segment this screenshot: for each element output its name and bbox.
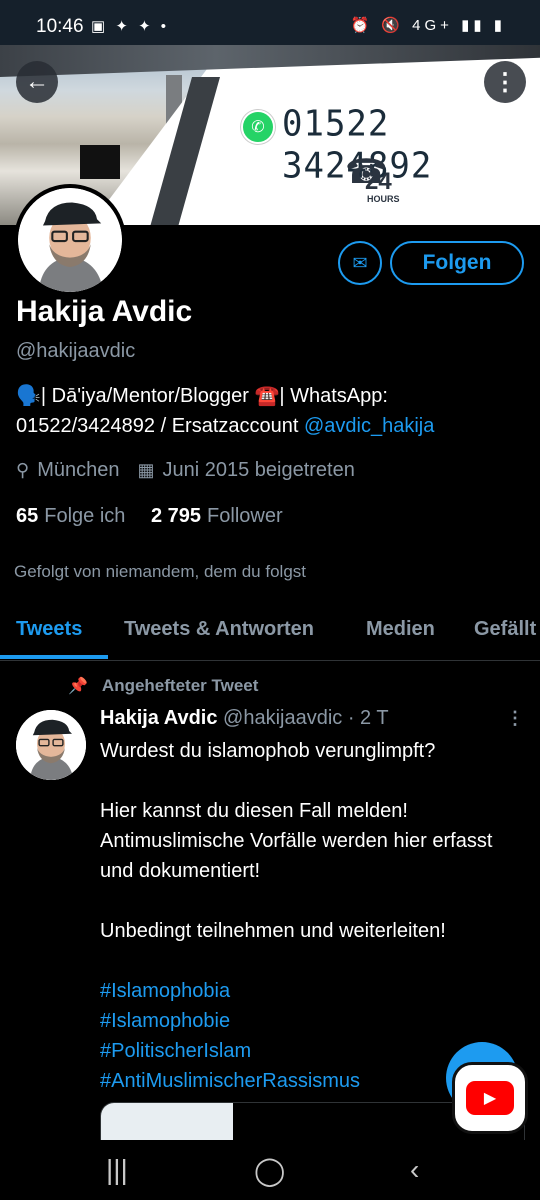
youtube-overlay-button[interactable]: ▶ [452,1062,528,1134]
following-label: Folge ich [44,505,126,527]
back-nav-icon[interactable]: ‹ [410,1154,419,1186]
following-link[interactable]: 65 Folge ich [16,505,125,527]
profile-stats: 65 Folge ich 2 795 Follower [16,505,283,528]
profile-joined: Juni 2015 beigetreten [162,459,355,481]
hours-number: 24 [365,168,392,195]
location-pin-icon: ⚲ [16,460,30,480]
kaaba-shape [80,145,120,179]
message-button[interactable]: ✉ [338,241,382,285]
followers-label: Follower [207,505,283,527]
banner-phone-number: 01522 3424892 [282,103,433,187]
pinned-tweet-label: 📌 Angehefteter Tweet [68,676,258,696]
system-icons: ⏰ 🔇 4G+ ▮▮ ▮ [350,17,506,34]
pin-icon: 📌 [68,678,88,695]
profile-tabs: Tweets Tweets & Antworten Medien Gefällt [0,600,540,661]
profile-bio: 🗣️| Dā'iya/Mentor/Blogger ☎️| WhatsApp: … [16,381,526,441]
profile-name: Hakija Avdic [16,295,193,328]
tweet-body[interactable]: Wurdest du islamophob verunglimpft? Hier… [100,736,520,1096]
hashtag-link[interactable]: #Islamophobie [100,1006,520,1036]
profile-avatar[interactable] [14,184,126,296]
hashtag-link[interactable]: #Islamophobia [100,976,520,1006]
more-options-button[interactable]: ⋮ [484,61,526,103]
tweet-line-3: Unbedingt teilnehmen und weiterleiten! [100,920,446,942]
tab-likes[interactable]: Gefällt [474,618,536,641]
profile-handle: @hakijaavdic [16,340,136,362]
profile-meta: ⚲ München ▦ Juni 2015 beigetreten [16,459,355,482]
followed-by-text: Gefolgt von niemandem, dem du folgst [14,562,306,581]
tweet-line-1: Wurdest du islamophob verunglimpft? [100,740,436,762]
active-tab-indicator [0,655,108,659]
followers-count: 2 795 [150,505,202,527]
followers-link[interactable]: 2 795 Follower [151,505,283,527]
back-arrow-icon: ← [25,68,49,95]
tweet-header: Hakija Avdic @hakijaavdic · 2 T [100,707,389,730]
banner-top-stripe [0,45,540,77]
tab-media[interactable]: Medien [366,618,435,641]
hours-label: HOURS [367,194,400,204]
tab-tweets[interactable]: Tweets [16,618,82,641]
calendar-icon: ▦ [137,460,155,480]
avatar-illustration-small [16,710,86,780]
media-thumbnail [101,1103,233,1143]
envelope-icon: ✉ [352,252,368,273]
notification-icons: ▣ ✦ ✦ • [91,18,170,35]
system-nav-bar: ||| ◯ ‹ [0,1140,540,1200]
youtube-icon: ▶ [466,1081,514,1115]
bio-mention-link[interactable]: @avdic_hakija [304,415,434,437]
tweet-author-avatar[interactable] [16,710,86,780]
avatar-illustration [18,188,122,292]
tweet-author-name[interactable]: Hakija Avdic [100,707,217,729]
recent-apps-icon[interactable]: ||| [106,1154,128,1186]
profile-location: München [37,459,120,481]
more-vertical-icon: ⋮ [493,68,517,96]
follow-button[interactable]: Folgen [390,241,524,285]
tweet-handle-time: @hakijaavdic · 2 T [223,707,389,729]
tab-tweets-replies[interactable]: Tweets & Antworten [124,618,314,641]
following-count: 65 [16,505,39,527]
whatsapp-icon: ✆ [241,110,275,144]
status-time: 10:46 [36,16,84,37]
pinned-label-text: Angehefteter Tweet [101,676,259,695]
tweet-more-button[interactable]: ⋮ [506,708,524,729]
tweet-line-2: Hier kannst du diesen Fall melden! Antim… [100,800,493,882]
back-button[interactable]: ← [16,61,58,103]
home-icon[interactable]: ◯ [254,1154,285,1187]
hours-24-badge: ☎ 24 HOURS [345,150,405,206]
